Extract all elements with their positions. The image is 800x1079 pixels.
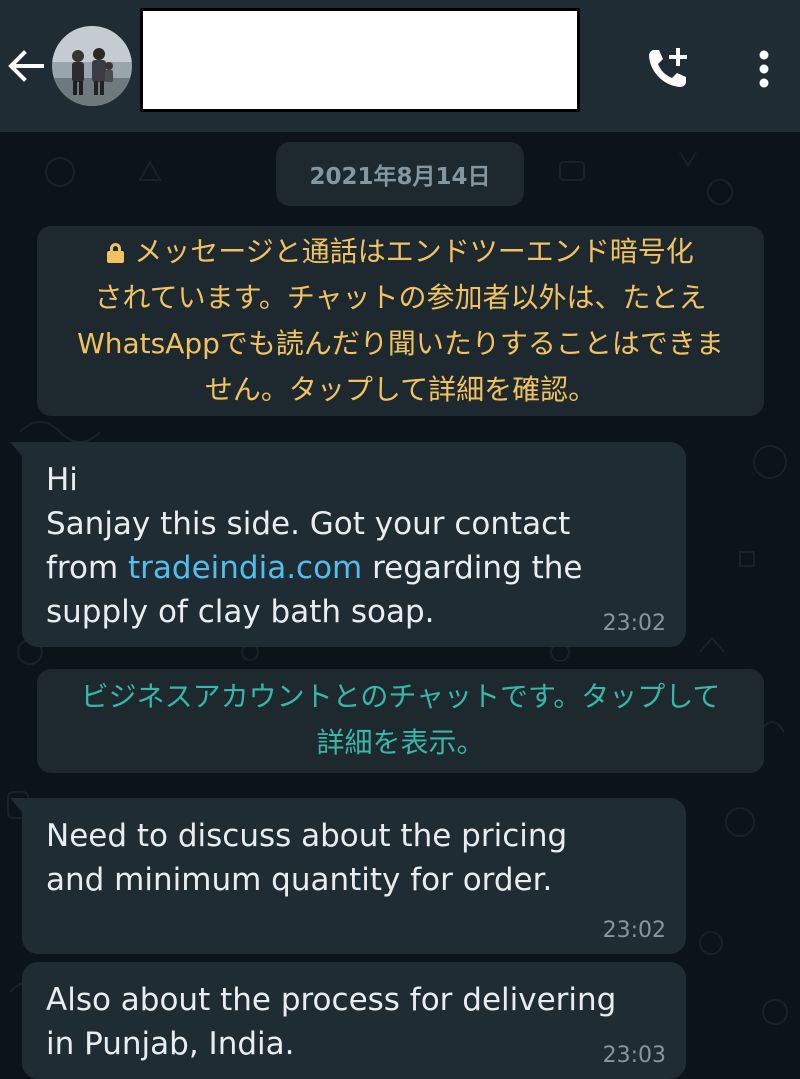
- lock-icon: [107, 243, 125, 263]
- arrow-left-icon: [8, 50, 44, 82]
- message-text-fragment: regarding the: [362, 550, 583, 586]
- business-notice-line-1: ビジネスアカウントとのチャットです。タップして: [80, 680, 721, 713]
- more-options-button[interactable]: [744, 42, 784, 96]
- chat-area[interactable]: 2021年8月14日 メッセージと通話はエンドツーエンド暗号化 されています。チ…: [0, 132, 800, 1079]
- incoming-message[interactable]: Hi Sanjay this side. Got your contact fr…: [10, 442, 686, 647]
- chat-header: [0, 0, 800, 132]
- more-vert-icon: [759, 50, 769, 88]
- add-call-icon: [649, 48, 687, 87]
- encryption-notice-text-1: メッセージと通話はエンドツーエンド暗号化: [134, 235, 694, 268]
- encryption-notice-line-4: せん。タップして詳細を確認。: [204, 373, 597, 406]
- message-text-line: in Punjab, India.: [46, 1026, 295, 1062]
- message-text-line: Hi: [46, 462, 78, 498]
- message-timestamp: 23:02: [602, 611, 666, 636]
- back-button[interactable]: [4, 44, 48, 88]
- message-text-line: Sanjay this side. Got your contact: [46, 506, 571, 542]
- encryption-notice[interactable]: メッセージと通話はエンドツーエンド暗号化 されています。チャットの参加者以外は、…: [37, 226, 764, 416]
- encryption-notice-line-3: WhatsAppでも読んだり聞いたりすることはできま: [77, 327, 724, 360]
- message-text-line: and minimum quantity for order.: [46, 862, 553, 898]
- message-text-line: from tradeindia.com regarding the: [46, 546, 664, 590]
- message-timestamp: 23:03: [602, 1043, 666, 1068]
- message-link[interactable]: tradeindia.com: [128, 550, 362, 586]
- incoming-message[interactable]: Need to discuss about the pricing and mi…: [10, 798, 686, 954]
- business-account-notice[interactable]: ビジネスアカウントとのチャットです。タップして 詳細を表示。: [37, 669, 764, 773]
- message-text-line: Also about the process for delivering: [46, 982, 617, 1018]
- message-text-line: Need to discuss about the pricing: [46, 818, 568, 854]
- date-chip: 2021年8月14日: [276, 142, 524, 206]
- encryption-notice-line-1: メッセージと通話はエンドツーエンド暗号化: [55, 229, 746, 275]
- encryption-notice-line-2: されています。チャットの参加者以外は、たとえ: [94, 281, 707, 314]
- contact-avatar[interactable]: [52, 26, 132, 106]
- add-call-button[interactable]: [640, 42, 694, 96]
- business-notice-line-2: 詳細を表示。: [316, 726, 485, 759]
- message-timestamp: 23:02: [602, 918, 666, 943]
- contact-name[interactable]: [140, 8, 580, 112]
- message-text-line: supply of clay bath soap.: [46, 594, 435, 630]
- message-text-fragment: from: [46, 550, 128, 586]
- incoming-message[interactable]: Also about the process for delivering in…: [22, 962, 686, 1079]
